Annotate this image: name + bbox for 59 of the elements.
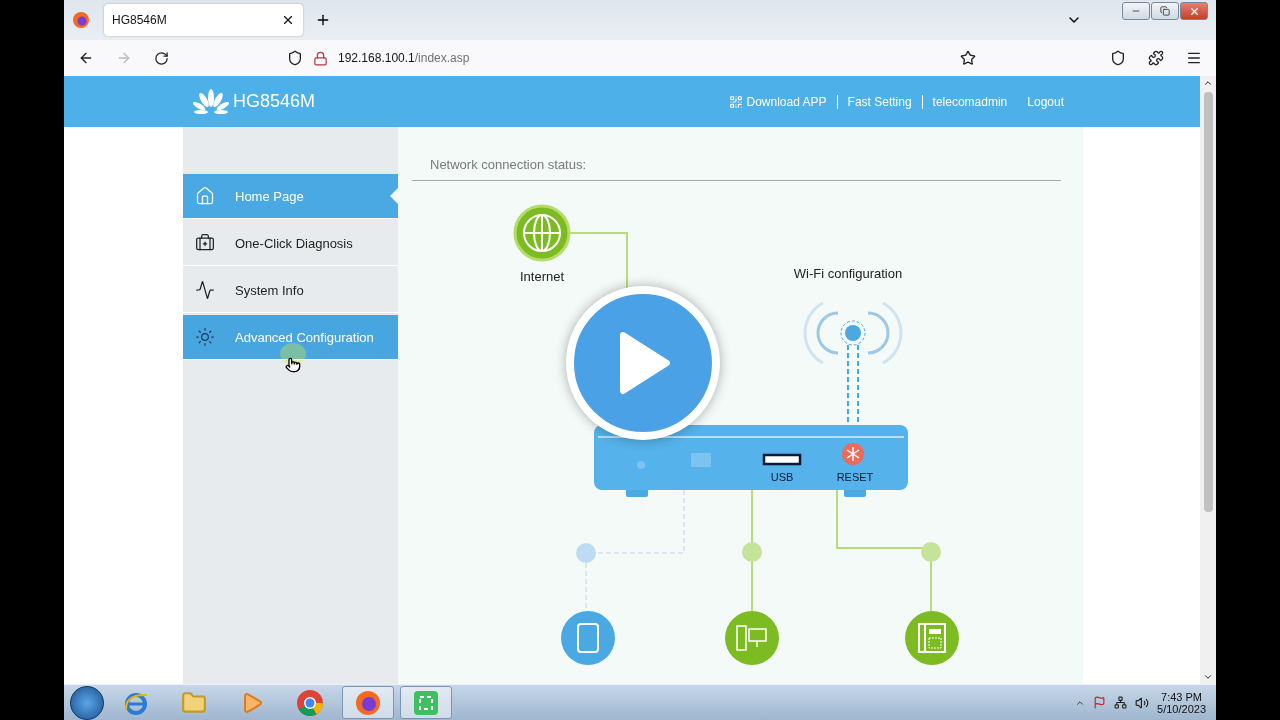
reset-icon (842, 443, 864, 465)
header-link[interactable]: Download APP (718, 94, 838, 109)
qr-code-icon (728, 94, 743, 109)
usb-label: USB (770, 471, 794, 483)
wifi-label: Wi-Fi configuration (793, 266, 903, 281)
tablet-icon (561, 611, 615, 665)
hand-cursor-icon (285, 357, 301, 373)
computer-icon (725, 611, 779, 665)
star-icon[interactable] (960, 50, 976, 66)
sidebar-item[interactable]: Home Page (183, 174, 398, 219)
browser-tab[interactable]: HG8546M (104, 4, 303, 36)
header-link[interactable]: Fast Setting (837, 94, 923, 109)
pulse-icon (195, 280, 215, 300)
menu-icon[interactable] (1186, 50, 1202, 66)
usb-port-icon (762, 453, 802, 466)
firefox-browser-icon[interactable] (72, 11, 90, 29)
model-name: HG8546M (233, 91, 316, 112)
scroll-down-icon[interactable] (1203, 672, 1213, 682)
puzzle-icon[interactable] (1148, 50, 1164, 66)
header-link[interactable]: telecomadmin (922, 94, 1018, 109)
taskbar-app[interactable] (342, 686, 394, 719)
chrome-browser-icon (296, 688, 324, 717)
gear-icon (195, 327, 215, 347)
reset-label: RESET (836, 471, 874, 483)
home-icon (195, 186, 215, 206)
globe-icon (513, 204, 571, 262)
firefox-browser-icon (355, 689, 381, 716)
back-icon[interactable] (78, 50, 94, 66)
header-link[interactable]: Logout (1017, 94, 1074, 109)
sidebar-item[interactable]: Advanced Configuration (183, 315, 398, 360)
close-icon[interactable] (281, 13, 295, 27)
minimize-button[interactable] (1122, 2, 1150, 20)
scroll-up-icon[interactable] (1203, 78, 1213, 88)
restore-icon (1160, 6, 1170, 16)
folder-icon (181, 689, 207, 716)
petal-logo-icon (193, 88, 229, 115)
screen-capture-icon (413, 689, 439, 716)
reload-icon[interactable] (154, 50, 169, 66)
scrollbar-thumb[interactable] (1203, 92, 1213, 512)
new-tab-icon[interactable] (315, 12, 331, 28)
flag-icon[interactable] (1093, 696, 1107, 709)
wifi-node-icon (576, 543, 596, 563)
network-icon[interactable] (1114, 696, 1128, 709)
lan-node-icon (742, 542, 762, 562)
section-title: Network connection status: (412, 157, 1061, 181)
restore-button[interactable] (1151, 2, 1179, 20)
url-field[interactable]: 192.168.100.1/index.asp (338, 51, 470, 65)
shield-icon[interactable] (287, 50, 303, 66)
telephone-icon (905, 611, 959, 665)
lock-icon[interactable] (313, 50, 328, 66)
volume-icon[interactable] (1135, 695, 1150, 710)
internet-label: Internet (519, 269, 565, 284)
start-button[interactable] (70, 685, 104, 720)
phone-node-icon (921, 542, 941, 562)
close-icon (1188, 5, 1200, 17)
taskbar-clock[interactable]: 7:43 PM 5/10/2023 (1157, 690, 1206, 715)
close-button[interactable] (1180, 2, 1208, 20)
taskbar-app[interactable] (400, 686, 452, 719)
medical-case-icon (195, 233, 215, 253)
